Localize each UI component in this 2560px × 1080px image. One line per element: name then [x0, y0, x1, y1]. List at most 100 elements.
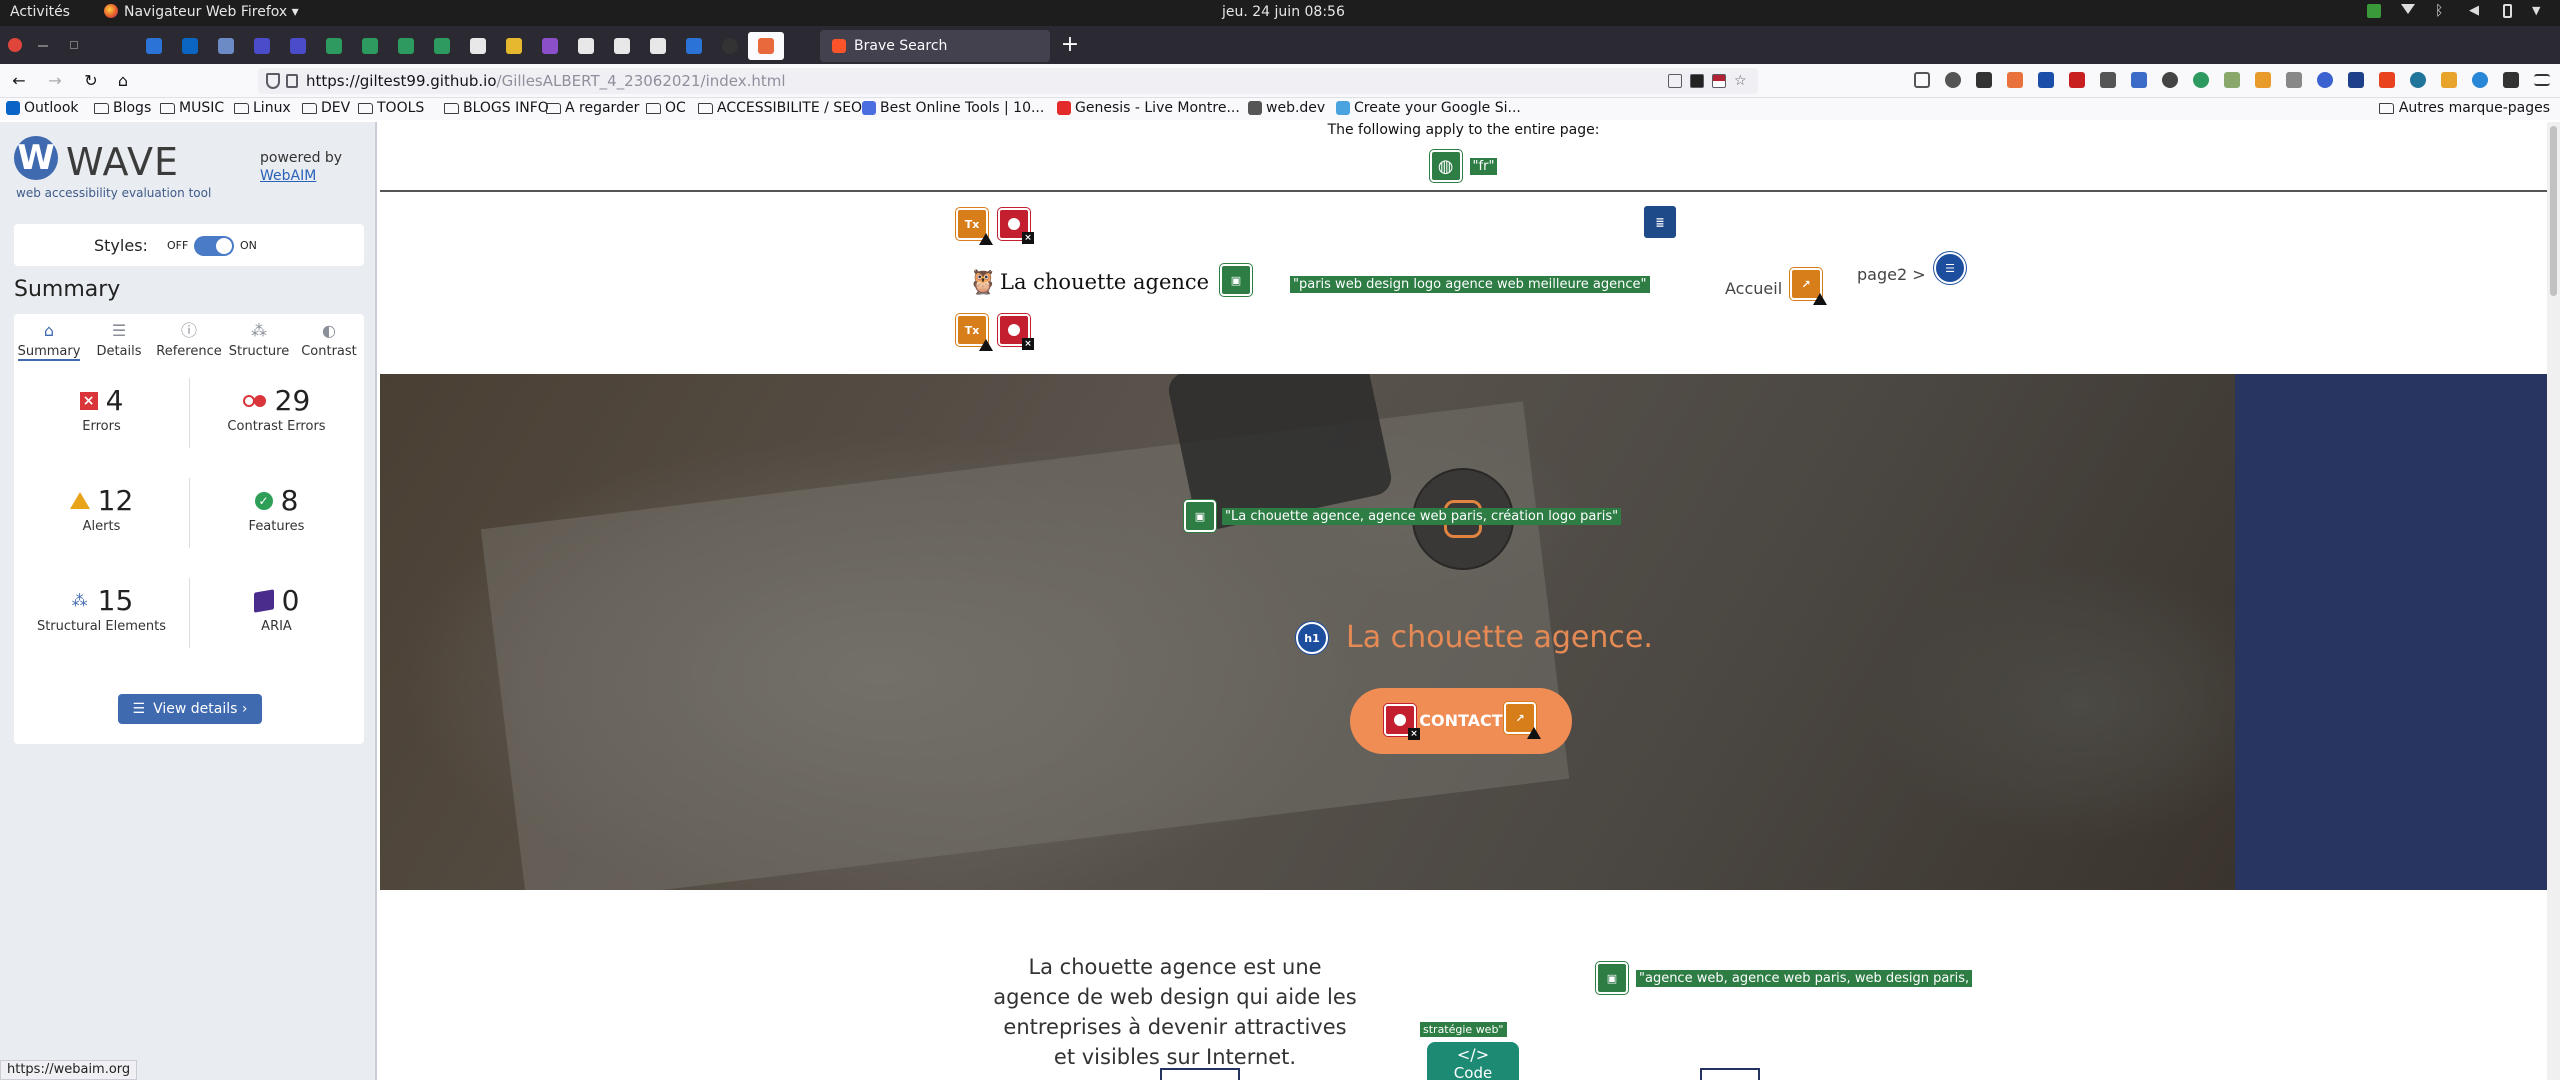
contrast-error-icon[interactable]: × [1384, 704, 1420, 740]
pinned-tab[interactable] [352, 32, 388, 60]
close-window-icon[interactable] [8, 38, 22, 52]
home-icon[interactable]: ⌂ [112, 70, 134, 92]
pinned-tab[interactable] [388, 32, 424, 60]
stat-structural[interactable]: ⁂ 15 Structural Elements [14, 584, 189, 634]
qr-icon[interactable] [1976, 72, 1992, 88]
bookmark-item[interactable]: Blogs [94, 100, 151, 116]
maximize-window-icon[interactable] [70, 41, 78, 49]
bookmark-item[interactable]: ACCESSIBILITE / SEO [698, 100, 862, 116]
reader-view-icon[interactable] [1668, 74, 1682, 88]
pinned-tab[interactable] [172, 32, 208, 60]
bookmark-item[interactable]: Outlook [6, 100, 79, 116]
navigation-icon[interactable]: ≣ [1644, 206, 1676, 238]
redundant-link-alert-icon[interactable]: ↗ [1790, 268, 1827, 305]
pocket-icon[interactable] [1914, 72, 1930, 88]
pinned-tab[interactable] [676, 32, 712, 60]
extension-icon[interactable] [2193, 72, 2209, 88]
language-flag-icon[interactable] [1712, 74, 1726, 88]
extension-icon[interactable] [2038, 72, 2054, 88]
image-alt-icon[interactable]: ▣ [1596, 962, 1628, 994]
pinned-tab[interactable] [532, 32, 568, 60]
webaim-link[interactable]: WebAIM [260, 168, 342, 184]
text-alert-icon[interactable]: Tx [956, 208, 993, 245]
extension-icon[interactable] [2224, 72, 2240, 88]
volume-icon[interactable]: ◀ [2469, 4, 2483, 18]
tab-structure[interactable]: ⁂ Structure [224, 314, 294, 364]
bookmark-item[interactable]: BLOGS INFO [444, 100, 549, 116]
extension-icon[interactable] [2348, 72, 2364, 88]
bookmark-item[interactable]: A regarder [546, 100, 639, 116]
extension-icon[interactable] [2441, 72, 2457, 88]
extension-icon[interactable] [2472, 72, 2488, 88]
extension-icon[interactable] [2069, 72, 2085, 88]
text-alert-icon[interactable]: Tx [956, 314, 993, 351]
extension-icon[interactable] [2379, 72, 2395, 88]
bookmark-item[interactable]: Best Online Tools | 10... [862, 100, 1044, 116]
other-bookmarks[interactable]: Autres marque-pages [2378, 100, 2550, 116]
lock-icon[interactable] [286, 74, 298, 88]
stat-contrast-errors[interactable]: 29 Contrast Errors [189, 384, 364, 434]
brand-name[interactable]: La chouette agence [1000, 270, 1209, 294]
bookmark-item[interactable]: TOOLS [358, 100, 424, 116]
pinned-tab[interactable] [604, 32, 640, 60]
app-menu[interactable]: Navigateur Web Firefox ▾ [104, 4, 299, 20]
app-indicator-icon[interactable] [2367, 4, 2381, 18]
tab-reference[interactable]: ⓘ Reference [154, 314, 224, 364]
clock[interactable]: jeu. 24 juin 08:56 [1222, 4, 1345, 20]
bookmark-item[interactable]: web.dev [1248, 100, 1325, 116]
linked-image-icon[interactable]: ▣ [1220, 264, 1252, 296]
extension-icon[interactable] [2131, 72, 2147, 88]
pinned-tab[interactable] [136, 32, 172, 60]
pinned-tab-wave[interactable] [748, 32, 784, 60]
stat-features[interactable]: ✓ 8 Features [189, 484, 364, 534]
new-tab-button[interactable]: + [1056, 32, 1084, 60]
bookmark-item[interactable]: Linux [234, 100, 291, 116]
page-action-icon[interactable] [1690, 74, 1704, 88]
bluetooth-icon[interactable]: ᛒ [2435, 4, 2449, 18]
stat-errors[interactable]: × 4 Errors [14, 384, 189, 434]
bookmark-item[interactable]: Create your Google Si... [1336, 100, 1521, 116]
extension-icon[interactable] [2317, 72, 2333, 88]
printer-icon[interactable] [2100, 72, 2116, 88]
extension-icon[interactable] [2286, 72, 2302, 88]
pinned-tab[interactable] [316, 32, 352, 60]
h1-structure-icon[interactable]: h1 [1296, 622, 1328, 654]
extension-icon[interactable] [2162, 72, 2178, 88]
menu-icon[interactable] [2534, 74, 2550, 86]
pinned-tab[interactable] [424, 32, 460, 60]
nav-link-page2[interactable]: page2 > [1857, 265, 1926, 284]
contrast-error-icon[interactable]: × [998, 314, 1034, 350]
pinned-tab[interactable] [640, 32, 676, 60]
reload-icon[interactable]: ↻ [80, 70, 102, 92]
stat-aria[interactable]: 0 ARIA [189, 584, 364, 634]
forward-icon[interactable]: → [44, 70, 66, 92]
list-structure-icon[interactable]: ☰ [1934, 252, 1966, 284]
pinned-tab[interactable] [568, 32, 604, 60]
bookmark-item[interactable]: MUSIC [160, 100, 224, 116]
tab-details[interactable]: ☰ Details [84, 314, 154, 364]
extension-icon[interactable] [1945, 72, 1961, 88]
pinned-tab[interactable] [460, 32, 496, 60]
bookmark-item[interactable]: OC [646, 100, 686, 116]
pinned-tab[interactable] [208, 32, 244, 60]
bookmark-item[interactable]: Genesis - Live Montre... [1057, 100, 1240, 116]
pinned-tab[interactable] [496, 32, 532, 60]
contrast-error-icon[interactable]: × [998, 208, 1034, 244]
bookmark-item[interactable]: DEV [302, 100, 350, 116]
page-scrollbar[interactable] [2547, 122, 2560, 1080]
redundant-link-alert-icon[interactable]: ↗ [1504, 702, 1541, 739]
tab-contrast[interactable]: ◐ Contrast [294, 314, 364, 364]
tracking-protection-icon[interactable] [266, 73, 280, 89]
tab-brave-search[interactable]: Brave Search [820, 30, 1050, 62]
pinned-tab[interactable] [244, 32, 280, 60]
view-details-button[interactable]: ☰ View details › [118, 694, 262, 724]
language-globe-icon[interactable]: ◍ [1429, 150, 1462, 182]
wordpress-icon[interactable] [2410, 72, 2426, 88]
pinned-tab[interactable] [712, 32, 748, 60]
minimize-window-icon[interactable] [38, 45, 48, 47]
system-tray[interactable]: ᛒ ◀ ▼ [2367, 4, 2546, 18]
system-menu-chevron-icon[interactable]: ▼ [2532, 4, 2546, 18]
brave-extension-icon[interactable] [2007, 72, 2023, 88]
extension-icon[interactable] [2255, 72, 2271, 88]
network-icon[interactable] [2401, 4, 2415, 14]
